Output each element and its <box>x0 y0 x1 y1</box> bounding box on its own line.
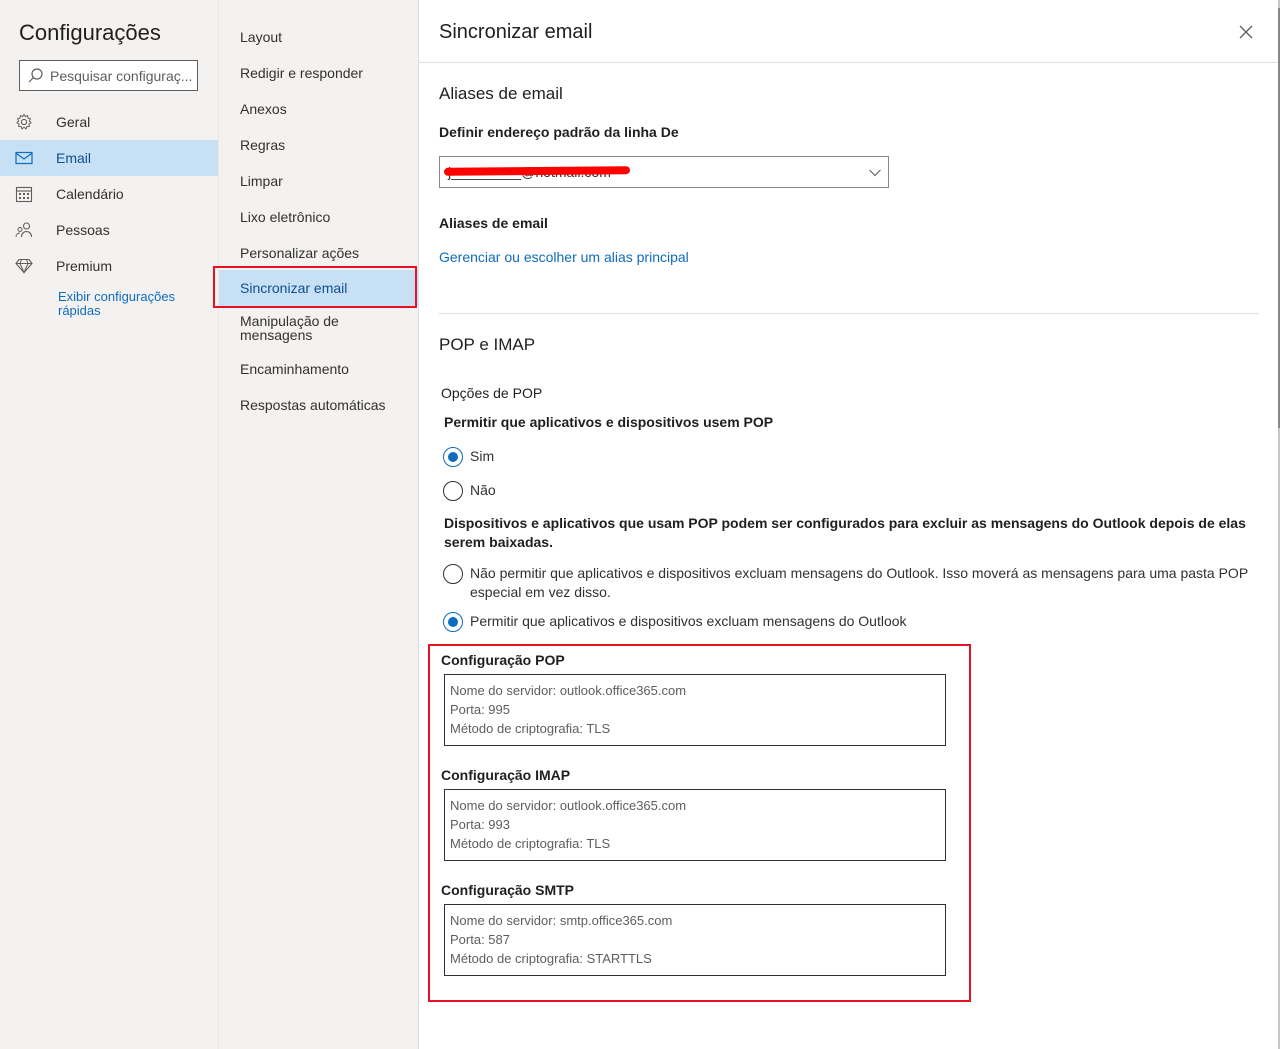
default-from-dropdown[interactable]: j_________@hotmail.com <box>439 156 889 188</box>
radio-delete-deny[interactable]: Não permitir que aplicativos e dispositi… <box>443 564 1250 602</box>
nav-item-calendario[interactable]: Calendário <box>0 176 218 212</box>
radio-label: Sim <box>470 448 495 464</box>
allow-pop-question: Permitir que aplicativos e dispositivos … <box>444 414 774 430</box>
server-name: Nome do servidor: outlook.office365.com <box>450 798 687 813</box>
diamond-icon <box>0 258 56 274</box>
menu-item-limpar[interactable]: Limpar <box>219 172 419 190</box>
section-divider <box>439 313 1259 314</box>
radio-label: Permitir que aplicativos e dispositivos … <box>470 613 907 629</box>
nav-item-geral[interactable]: Geral <box>0 104 218 140</box>
nav-label: Email <box>56 150 92 166</box>
delete-description: Dispositivos e aplicativos que usam POP … <box>444 515 1246 550</box>
menu-item-anexos[interactable]: Anexos <box>219 100 419 118</box>
radio-button[interactable] <box>443 481 463 501</box>
nav-label: Geral <box>56 114 91 130</box>
pop-config-box: Nome do servidor: outlook.office365.com … <box>444 674 946 746</box>
smtp-config-box: Nome do servidor: smtp.office365.com Por… <box>444 904 946 976</box>
default-from-label: Definir endereço padrão da linha De <box>439 124 679 140</box>
menu-item-layout[interactable]: Layout <box>219 28 419 46</box>
sync-email-panel: Sincronizar email Aliases de email Defin… <box>419 0 1280 1049</box>
nav-item-email[interactable]: Email <box>0 140 218 176</box>
mail-icon <box>0 151 56 165</box>
settings-search[interactable] <box>19 60 198 91</box>
quick-settings-link[interactable]: Exibir configurações rápidas <box>58 290 208 318</box>
radio-button[interactable] <box>443 447 463 467</box>
radio-button[interactable] <box>443 612 463 632</box>
menu-item-personalizar[interactable]: Personalizar ações <box>219 244 419 262</box>
menu-item-lixo[interactable]: Lixo eletrônico <box>219 208 419 226</box>
radio-label: Não permitir que aplicativos e dispositi… <box>470 565 1248 600</box>
people-icon <box>0 221 56 239</box>
chevron-down-icon <box>868 165 882 184</box>
nav-label: Premium <box>56 258 113 274</box>
nav-item-premium[interactable]: Premium <box>0 248 218 284</box>
nav-label: Pessoas <box>56 222 110 238</box>
radio-pop-no[interactable]: Não <box>443 481 496 501</box>
radio-delete-allow[interactable]: Permitir que aplicativos e dispositivos … <box>443 612 907 632</box>
server-name: Nome do servidor: smtp.office365.com <box>450 913 673 928</box>
pop-options-label: Opções de POP <box>441 385 543 401</box>
nav-label: Calendário <box>56 186 124 202</box>
search-input[interactable] <box>50 67 192 84</box>
redaction-mark <box>443 166 631 176</box>
menu-item-respostas[interactable]: Respostas automáticas <box>219 396 419 414</box>
imap-config-title: Configuração IMAP <box>441 767 571 783</box>
calendar-icon <box>0 185 56 203</box>
radio-button[interactable] <box>443 564 463 584</box>
aliases-section-title: Aliases de email <box>439 84 563 103</box>
radio-label: Não <box>470 482 496 498</box>
nav-item-pessoas[interactable]: Pessoas <box>0 212 218 248</box>
imap-config-box: Nome do servidor: outlook.office365.com … <box>444 789 946 861</box>
menu-item-encaminhamento[interactable]: Encaminhamento <box>219 360 419 378</box>
smtp-config-title: Configuração SMTP <box>441 882 575 898</box>
encryption-method: Método de criptografia: TLS <box>450 836 611 851</box>
encryption-method: Método de criptografia: TLS <box>450 721 611 736</box>
port: Porta: 995 <box>450 702 510 717</box>
radio-pop-yes[interactable]: Sim <box>443 447 494 467</box>
close-button[interactable] <box>1234 20 1258 44</box>
settings-title: Configurações <box>19 20 161 45</box>
settings-sidebar: Configurações Geral Email Calendário Pes… <box>0 0 218 1049</box>
panel-title: Sincronizar email <box>439 21 593 43</box>
server-name: Nome do servidor: outlook.office365.com <box>450 683 687 698</box>
pop-imap-section-title: POP e IMAP <box>439 335 536 354</box>
menu-item-redigir[interactable]: Redigir e responder <box>219 64 419 82</box>
manage-alias-link[interactable]: Gerenciar ou escolher um alias principal <box>439 249 689 265</box>
menu-item-sincronizar[interactable]: Sincronizar email <box>219 270 419 306</box>
close-icon <box>1239 25 1253 39</box>
search-icon <box>20 61 50 90</box>
menu-item-regras[interactable]: Regras <box>219 136 419 154</box>
pop-config-title: Configuração POP <box>441 652 565 668</box>
gear-icon <box>0 113 56 131</box>
encryption-method: Método de criptografia: STARTTLS <box>450 951 652 966</box>
menu-item-manipulacao[interactable]: Manipulação de mensagens <box>219 314 369 344</box>
email-settings-menu: Layout Redigir e responder Anexos Regras… <box>218 0 419 1049</box>
header-divider <box>419 62 1280 63</box>
port: Porta: 993 <box>450 817 510 832</box>
port: Porta: 587 <box>450 932 510 947</box>
aliases-label: Aliases de email <box>439 215 548 231</box>
